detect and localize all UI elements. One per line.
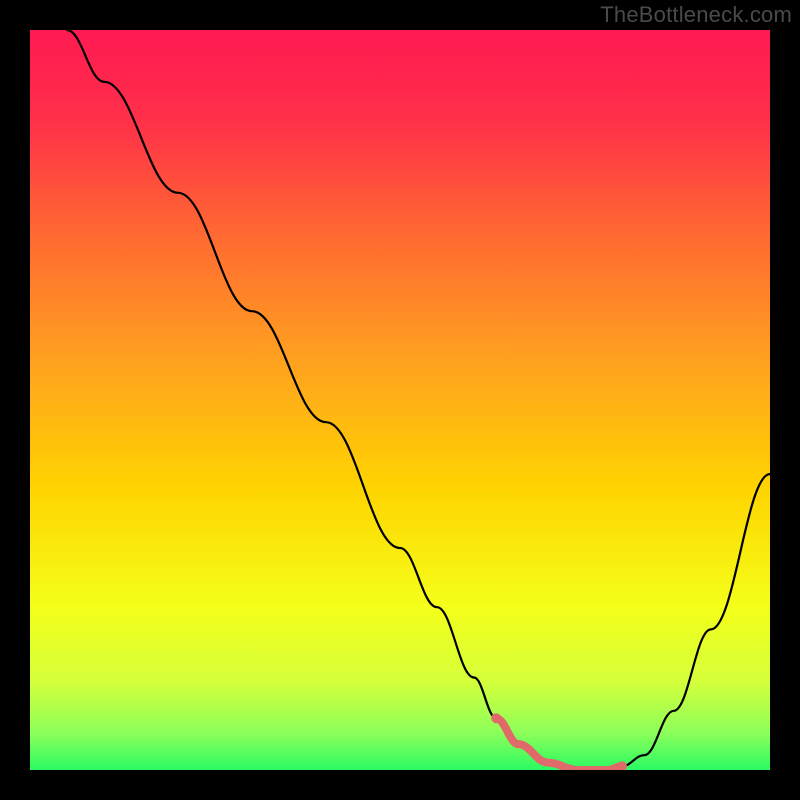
gradient-rect — [30, 30, 770, 770]
watermark-text: TheBottleneck.com — [600, 2, 792, 28]
plot-area — [30, 30, 770, 770]
chart-frame: TheBottleneck.com — [0, 0, 800, 800]
highlight-dot — [491, 713, 501, 723]
chart-svg — [30, 30, 770, 770]
